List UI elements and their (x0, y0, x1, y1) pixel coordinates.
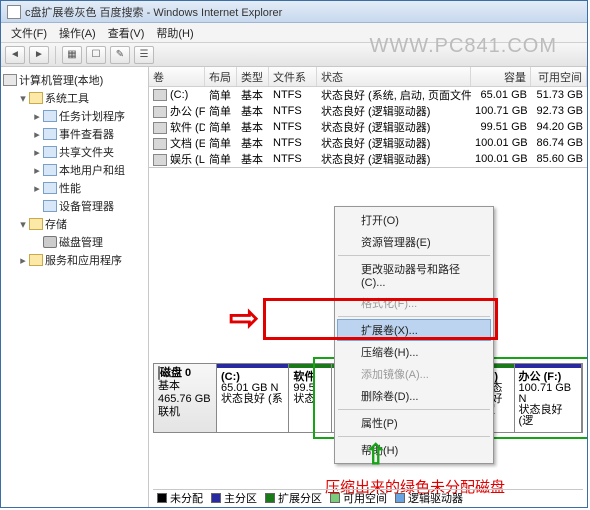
tree-users[interactable]: ▸本地用户和组 (3, 161, 146, 179)
col-status[interactable]: 状态 (317, 67, 471, 86)
menu-properties[interactable]: 属性(P) (337, 412, 491, 434)
col-volume[interactable]: 卷 (149, 67, 205, 86)
partition-c[interactable]: (C:)65.01 GB N状态良好 (系 (217, 364, 289, 432)
volume-row[interactable]: 娱乐 (L:)简单基本NTFS状态良好 (逻辑驱动器)100.01 GB85.6… (149, 151, 587, 167)
menu-extend-volume[interactable]: 扩展卷(X)... (337, 319, 491, 341)
event-icon (43, 128, 57, 140)
drive-icon (153, 122, 167, 134)
col-layout[interactable]: 布局 (205, 67, 237, 86)
menu-format: 格式化(F)... (337, 292, 491, 314)
nav-tree: 计算机管理(本地) ▾系统工具 ▸任务计划程序 ▸事件查看器 ▸共享文件夹 ▸本… (1, 67, 149, 507)
computer-icon (3, 74, 17, 86)
storage-icon (29, 218, 43, 230)
menu-separator (338, 436, 490, 437)
disk-label: 磁盘 0 (160, 367, 191, 379)
col-filesystem[interactable]: 文件系统 (269, 67, 317, 86)
partition-f2[interactable]: 办公 (F:)100.71 GB N状态良好 (逻 (515, 364, 582, 432)
tree-tasks[interactable]: ▸任务计划程序 (3, 107, 146, 125)
tree-storage[interactable]: ▾存储 (3, 215, 146, 233)
volume-row[interactable]: 软件 (D:)简单基本NTFS状态良好 (逻辑驱动器)99.51 GB94.20… (149, 119, 587, 135)
legend-free: 可用空间 (330, 490, 387, 506)
menu-change-letter[interactable]: 更改驱动器号和路径(C)... (337, 258, 491, 292)
tree-events[interactable]: ▸事件查看器 (3, 125, 146, 143)
legend-primary: 主分区 (211, 490, 257, 506)
context-menu: 打开(O) 资源管理器(E) 更改驱动器号和路径(C)... 格式化(F)...… (334, 206, 494, 464)
partition-d[interactable]: 软件99.5状态 (289, 364, 332, 432)
menu-delete-volume[interactable]: 删除卷(D)... (337, 385, 491, 407)
menu-separator (338, 409, 490, 410)
menu-file[interactable]: 文件(F) (7, 25, 51, 41)
menu-action[interactable]: 操作(A) (55, 25, 100, 41)
menu-explore[interactable]: 资源管理器(E) (337, 231, 491, 253)
legend-unallocated: 未分配 (157, 490, 203, 506)
menu-help[interactable]: 帮助(H) (152, 25, 197, 41)
tree-shared[interactable]: ▸共享文件夹 (3, 143, 146, 161)
disk-status: 联机 (158, 406, 180, 418)
device-icon (43, 200, 57, 212)
parent-window-titlebar: c盘扩展卷灰色 百度搜索 - Windows Internet Explorer (1, 1, 587, 23)
drive-icon (153, 89, 167, 101)
menu-view[interactable]: 查看(V) (104, 25, 149, 41)
volume-list: (C:)简单基本NTFS状态良好 (系统, 启动, 页面文件, 活动, 主分区)… (149, 87, 587, 167)
separator (55, 46, 56, 64)
drive-icon (153, 154, 167, 166)
ie-icon (7, 5, 21, 19)
drive-icon (153, 106, 167, 118)
legend: 未分配 主分区 扩展分区 可用空间 逻辑驱动器 (153, 489, 583, 505)
primary-partition-bar (217, 364, 288, 368)
main-pane: 卷 布局 类型 文件系统 状态 容量 可用空间 (C:)简单基本NTFS状态良好… (149, 67, 587, 507)
disk-map: 磁盘 0 基本 465.76 GB 联机 (C:)65.01 GB N状态良好 … (149, 167, 587, 507)
drive-icon (153, 138, 167, 150)
toolbar-button[interactable]: ▦ (62, 46, 82, 64)
computer-management-window: c盘扩展卷灰色 百度搜索 - Windows Internet Explorer… (0, 0, 588, 508)
legend-logical: 逻辑驱动器 (395, 490, 463, 506)
col-type[interactable]: 类型 (237, 67, 269, 86)
perf-icon (43, 182, 57, 194)
users-icon (43, 164, 57, 176)
tree-systools[interactable]: ▾系统工具 (3, 89, 146, 107)
toolbar: ◄ ► ▦ ☐ ✎ ☰ (1, 43, 587, 67)
tree-services[interactable]: ▸服务和应用程序 (3, 251, 146, 269)
menubar: 文件(F) 操作(A) 查看(V) 帮助(H) (1, 23, 587, 43)
menu-open[interactable]: 打开(O) (337, 209, 491, 231)
volume-row[interactable]: 办公 (F:)简单基本NTFS状态良好 (逻辑驱动器)100.71 GB92.7… (149, 103, 587, 119)
logical-partition-bar (289, 364, 331, 368)
volume-header: 卷 布局 类型 文件系统 状态 容量 可用空间 (149, 67, 587, 87)
shared-icon (43, 146, 57, 158)
volume-row[interactable]: (C:)简单基本NTFS状态良好 (系统, 启动, 页面文件, 活动, 主分区)… (149, 87, 587, 103)
menu-shrink-volume[interactable]: 压缩卷(H)... (337, 341, 491, 363)
tree-devmgr[interactable]: 设备管理器 (3, 197, 146, 215)
menu-separator (338, 255, 490, 256)
menu-separator (338, 316, 490, 317)
disk-icon (43, 236, 57, 248)
col-free[interactable]: 可用空间 (531, 67, 587, 86)
toolbar-button[interactable]: ☐ (86, 46, 106, 64)
legend-extended: 扩展分区 (265, 490, 322, 506)
tree-diskmgmt[interactable]: 磁盘管理 (3, 233, 146, 251)
annotation-green-arrow: ⇧ (364, 441, 387, 469)
col-capacity[interactable]: 容量 (471, 67, 531, 86)
task-icon (43, 110, 57, 122)
menu-add-mirror: 添加镜像(A)... (337, 363, 491, 385)
parent-window-title: c盘扩展卷灰色 百度搜索 - Windows Internet Explorer (25, 4, 282, 20)
disk-meta: 基本 (158, 380, 180, 392)
services-icon (29, 254, 43, 266)
folder-icon (29, 92, 43, 104)
back-button[interactable]: ◄ (5, 46, 25, 64)
annotation-red-arrow: ⇨ (229, 300, 259, 336)
volume-row[interactable]: 文档 (E:)简单基本NTFS状态良好 (逻辑驱动器)100.01 GB86.7… (149, 135, 587, 151)
toolbar-button[interactable]: ✎ (110, 46, 130, 64)
forward-button[interactable]: ► (29, 46, 49, 64)
primary-partition-bar (515, 364, 581, 368)
disk-size: 465.76 GB (158, 393, 211, 405)
tree-perf[interactable]: ▸性能 (3, 179, 146, 197)
menu-help[interactable]: 帮助(H) (337, 439, 491, 461)
disk-info[interactable]: 磁盘 0 基本 465.76 GB 联机 (153, 363, 217, 433)
toolbar-button[interactable]: ☰ (134, 46, 154, 64)
tree-root[interactable]: 计算机管理(本地) (3, 71, 146, 89)
